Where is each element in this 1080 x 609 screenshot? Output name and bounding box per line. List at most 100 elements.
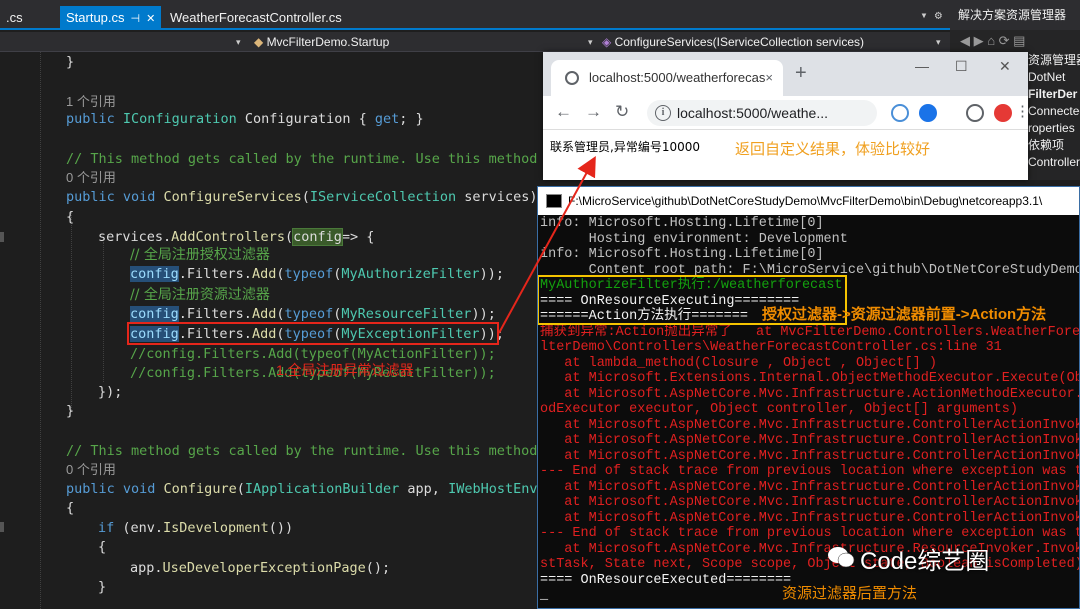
class-icon: ◆ bbox=[254, 35, 267, 49]
code-comment: // 全局注册授权过滤器 bbox=[130, 247, 270, 263]
new-tab-icon[interactable]: + bbox=[795, 62, 807, 85]
close-tab-icon[interactable]: × bbox=[765, 60, 773, 96]
maximize-icon[interactable]: ☐ bbox=[955, 58, 968, 75]
console-line: stTask, State next, Scope scope, Object … bbox=[540, 557, 1080, 572]
code-line: app.UseDeveloperExceptionPage(); bbox=[130, 560, 391, 576]
console-line: --- End of stack trace from previous loc… bbox=[540, 464, 1080, 479]
code-line: }); bbox=[98, 384, 123, 400]
code-line: { bbox=[66, 209, 75, 225]
close-icon[interactable]: ✕ bbox=[146, 13, 155, 25]
console-line: at Microsoft.AspNetCore.Mvc.Infrastructu… bbox=[540, 386, 1080, 402]
code-line: public void Configure(IApplicationBuilde… bbox=[66, 481, 540, 497]
console-title: F:\MicroService\github\DotNetCoreStudyDe… bbox=[568, 194, 1043, 208]
pin-icon[interactable]: ⊣ bbox=[131, 13, 141, 25]
solution-explorer-toolbar[interactable]: ◀ ▶ ⌂ ⟳ ▤ bbox=[950, 30, 1080, 52]
code-line: public void ConfigureServices(IServiceCo… bbox=[66, 189, 538, 205]
type-selector[interactable]: ◆ MvcFilterDemo.Startup bbox=[254, 34, 389, 50]
solution-explorer-title: 解决方案资源管理器 bbox=[950, 0, 1080, 30]
code-line: config.Filters.Add(typeof(MyResourceFilt… bbox=[130, 306, 496, 322]
type-selector-label: MvcFilterDemo.Startup bbox=[266, 35, 390, 49]
console-line: at Microsoft.AspNetCore.Mvc.Infrastructu… bbox=[540, 541, 1080, 557]
browser-toolbar: ← → ↻ i localhost:5000/weathe... ☆ ⋮ bbox=[543, 96, 1030, 130]
back-icon[interactable]: ← bbox=[555, 102, 572, 122]
address-text: localhost:5000/weathe... bbox=[677, 105, 828, 121]
browser-window: localhost:5000/weatherforecas × + — ☐ ✕ … bbox=[543, 52, 1030, 180]
browser-tab-title: localhost:5000/weatherforecas bbox=[589, 70, 766, 85]
console-line: ==== OnResourceExecuted======== bbox=[540, 572, 792, 588]
browser-content: 联系管理员,异常编号10000 返回自定义结果，体验比较好 bbox=[543, 130, 1028, 180]
forward-icon[interactable]: → bbox=[585, 102, 602, 122]
console-line: at Microsoft.Extensions.Internal.ObjectM… bbox=[540, 371, 1080, 386]
tab-label: .cs bbox=[6, 10, 23, 25]
close-window-icon[interactable]: ✕ bbox=[999, 58, 1011, 75]
member-selector[interactable]: ◈ ConfigureServices(IServiceCollection s… bbox=[602, 34, 864, 50]
dropdown-caret-icon[interactable]: ▾ bbox=[936, 34, 941, 50]
filter-flow-annotation: 授权过滤器->资源过滤器前置->Action方法 bbox=[762, 306, 1047, 323]
console-line: 捕获到异常:Action抛出异常了 at MvcFilterDemo.Contr… bbox=[540, 324, 1080, 340]
info-icon[interactable]: i bbox=[655, 105, 671, 121]
browser-tab[interactable]: localhost:5000/weatherforecas × bbox=[551, 60, 783, 96]
code-line: services.AddControllers(config=> { bbox=[98, 228, 375, 246]
code-comment: // 全局注册资源过滤器 bbox=[130, 287, 270, 303]
code-editor[interactable]: } 1 个引用 public IConfiguration Configurat… bbox=[0, 52, 540, 609]
profile-icon[interactable] bbox=[966, 104, 984, 122]
editor-tab-bar: .cs Startup.cs ⊣ ✕ WeatherForecastControll… bbox=[0, 0, 950, 30]
globe-icon bbox=[565, 71, 579, 85]
code-line: { bbox=[98, 539, 107, 555]
watermark: Code综艺圈 bbox=[860, 548, 990, 575]
dropdown-caret-icon[interactable]: ▾ bbox=[236, 34, 241, 50]
console-line: lterDemo\Controllers\WeatherForecastCont… bbox=[540, 340, 1002, 355]
response-text: 联系管理员,异常编号10000 bbox=[550, 140, 700, 154]
console-line: --- End of stack trace from previous loc… bbox=[540, 526, 1080, 541]
console-line: Hosting environment: Development bbox=[540, 231, 848, 247]
console-line: info: Microsoft.Hosting.Lifetime[0] bbox=[540, 216, 824, 231]
menu-icon[interactable]: ⋮ bbox=[1015, 102, 1030, 120]
result-annotation: 返回自定义结果，体验比较好 bbox=[735, 141, 931, 158]
wechat-icon bbox=[828, 547, 855, 568]
tab-label: Startup.cs bbox=[66, 10, 125, 25]
navigation-bar: ▾ ◆ MvcFilterDemo.Startup ▾ ◈ ConfigureS… bbox=[0, 32, 950, 52]
minimize-icon[interactable]: — bbox=[915, 58, 929, 74]
console-line: at Microsoft.AspNetCore.Mvc.Infrastructu… bbox=[540, 417, 1080, 433]
exception-filter-annotation: 1.全局注册异常过滤器 bbox=[276, 362, 414, 378]
reference-count[interactable]: 0 个引用 bbox=[66, 168, 116, 188]
code-comment: // This method gets called by the runtim… bbox=[66, 151, 540, 167]
update-icon[interactable] bbox=[994, 104, 1012, 122]
member-selector-label: ConfigureServices(IServiceCollection ser… bbox=[614, 35, 864, 49]
tab-startup[interactable]: Startup.cs ⊣ ✕ bbox=[60, 6, 162, 30]
console-line: at lambda_method(Closure , Object , Obje… bbox=[540, 355, 937, 371]
code-line: public IConfiguration Configuration { ge… bbox=[66, 111, 424, 127]
reload-icon[interactable]: ↻ bbox=[615, 102, 629, 122]
tab-overflow-icon[interactable]: ▾ ⚙ bbox=[920, 8, 942, 22]
console-title-bar[interactable]: F:\MicroService\github\DotNetCoreStudyDe… bbox=[538, 187, 1079, 215]
console-line: odExecutor executor, Object controller, … bbox=[540, 402, 1018, 417]
method-icon: ◈ bbox=[602, 35, 615, 49]
browser-tabstrip: localhost:5000/weatherforecas × + — ☐ ✕ bbox=[543, 52, 1028, 96]
console-line: at Microsoft.AspNetCore.Mvc.Infrastructu… bbox=[540, 510, 1080, 526]
console-line: at Microsoft.AspNetCore.Mvc.Infrastructu… bbox=[540, 448, 1080, 464]
console-line: at Microsoft.AspNetCore.Mvc.Infrastructu… bbox=[540, 433, 1080, 448]
code-line: } bbox=[98, 579, 107, 595]
console-line: info: Microsoft.Hosting.Lifetime[0] bbox=[540, 247, 824, 262]
exception-filter-highlight bbox=[127, 322, 499, 345]
address-bar[interactable]: i localhost:5000/weathe... ☆ bbox=[647, 100, 877, 126]
tab-weatherforecastcontroller[interactable]: WeatherForecastController.cs bbox=[164, 6, 348, 30]
console-line: _ bbox=[540, 588, 549, 603]
code-line: { bbox=[66, 500, 75, 516]
extension-icon[interactable] bbox=[891, 104, 909, 122]
dropdown-caret-icon[interactable]: ▾ bbox=[588, 34, 593, 50]
code-line: } bbox=[66, 403, 75, 419]
reference-count[interactable]: 0 个引用 bbox=[66, 460, 116, 480]
resource-after-annotation: 资源过滤器后置方法 bbox=[782, 585, 918, 602]
code-comment: // This method gets called by the runtim… bbox=[66, 443, 540, 459]
code-line: if (env.IsDevelopment()) bbox=[98, 520, 294, 536]
extension-icon[interactable] bbox=[919, 104, 937, 122]
console-line: at Microsoft.AspNetCore.Mvc.Infrastructu… bbox=[540, 495, 1080, 510]
console-line: at Microsoft.AspNetCore.Mvc.Infrastructu… bbox=[540, 479, 1080, 495]
tab-label: WeatherForecastController.cs bbox=[170, 10, 342, 25]
console-icon bbox=[546, 194, 562, 208]
code-line: } bbox=[66, 54, 75, 70]
tab-previous-file[interactable]: .cs bbox=[0, 6, 29, 30]
console-window: F:\MicroService\github\DotNetCoreStudyDe… bbox=[537, 186, 1080, 609]
code-line: config.Filters.Add(typeof(MyAuthorizeFil… bbox=[130, 266, 504, 282]
